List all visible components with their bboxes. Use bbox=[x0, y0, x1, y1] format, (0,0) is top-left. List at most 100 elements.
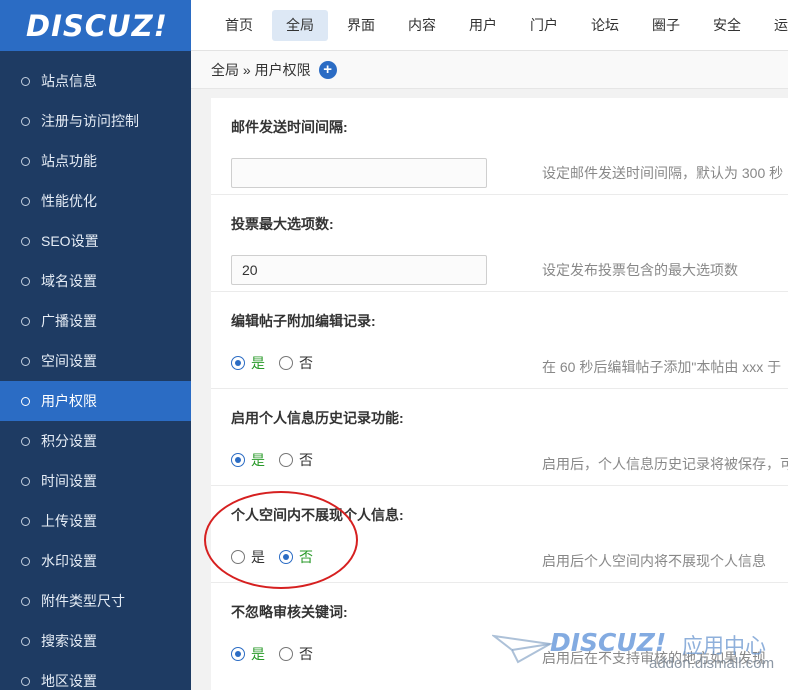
setting-control: 是 否 bbox=[231, 643, 327, 665]
sidebar-item-site-info[interactable]: 站点信息 bbox=[0, 61, 191, 101]
radio-yes[interactable]: 是 bbox=[231, 547, 265, 567]
sidebar-item-label: SEO设置 bbox=[41, 233, 99, 249]
sidebar-item-region[interactable]: 地区设置 bbox=[0, 661, 191, 690]
tab-security[interactable]: 安全 bbox=[699, 10, 755, 41]
sidebar-item-time[interactable]: 时间设置 bbox=[0, 461, 191, 501]
radio-yes[interactable]: 是 bbox=[231, 644, 265, 664]
sidebar-item-label: 积分设置 bbox=[41, 433, 97, 449]
breadcrumb: 全局 » 用户权限 + bbox=[191, 51, 788, 89]
tab-global[interactable]: 全局 bbox=[272, 9, 328, 41]
radio-circle[interactable] bbox=[231, 647, 245, 661]
radio-label: 否 bbox=[299, 355, 313, 371]
radio-circle[interactable] bbox=[279, 647, 293, 661]
sidebar: DISCUZ! 站点信息 注册与访问控制 站点功能 性能优化 SEO设置 域名设… bbox=[0, 0, 191, 690]
radio-label: 是 bbox=[251, 646, 265, 662]
sidebar-item-upload[interactable]: 上传设置 bbox=[0, 501, 191, 541]
sidebar-item-seo[interactable]: SEO设置 bbox=[0, 221, 191, 261]
tab-home[interactable]: 首页 bbox=[211, 10, 267, 41]
sidebar-item-search[interactable]: 搜索设置 bbox=[0, 621, 191, 661]
setting-title: 启用个人信息历史记录功能: bbox=[231, 410, 404, 426]
sidebar-item-domain[interactable]: 域名设置 bbox=[0, 261, 191, 301]
radio-no[interactable]: 否 bbox=[279, 547, 313, 567]
poll-max-input[interactable] bbox=[231, 255, 487, 285]
sidebar-menu: 站点信息 注册与访问控制 站点功能 性能优化 SEO设置 域名设置 广播设置 空… bbox=[0, 61, 191, 690]
radio-label: 是 bbox=[251, 549, 265, 565]
bullet-icon bbox=[21, 236, 30, 246]
sidebar-item-user-permissions[interactable]: 用户权限 bbox=[0, 381, 191, 421]
tab-groups[interactable]: 圈子 bbox=[638, 10, 694, 41]
setting-control bbox=[231, 158, 487, 188]
sidebar-item-label: 上传设置 bbox=[41, 513, 97, 529]
radio-label: 是 bbox=[251, 452, 265, 468]
setting-control: 是 否 bbox=[231, 546, 327, 568]
plus-circle-icon[interactable]: + bbox=[318, 60, 337, 79]
radio-no[interactable]: 否 bbox=[279, 644, 313, 664]
setting-control: 是 否 bbox=[231, 449, 327, 471]
sidebar-item-label: 站点功能 bbox=[41, 153, 97, 169]
radio-circle[interactable] bbox=[279, 356, 293, 370]
radio-no[interactable]: 否 bbox=[279, 450, 313, 470]
setting-title: 个人空间内不展现个人信息: bbox=[231, 507, 404, 523]
tab-users[interactable]: 用户 bbox=[455, 10, 511, 41]
setting-edit-record: 编辑帖子附加编辑记录: 是 否 在 60 秒后编辑帖子添加"本帖由 xxx 于 bbox=[211, 292, 788, 389]
setting-hint: 设定邮件发送时间间隔，默认为 300 秒 bbox=[542, 165, 784, 181]
sidebar-item-label: 用户权限 bbox=[41, 393, 97, 409]
sidebar-item-label: 水印设置 bbox=[41, 553, 97, 569]
sidebar-item-label: 广播设置 bbox=[41, 313, 97, 329]
setting-title: 邮件发送时间间隔: bbox=[231, 119, 348, 135]
radio-group: 是 否 bbox=[231, 643, 327, 665]
radio-yes[interactable]: 是 bbox=[231, 353, 265, 373]
sidebar-item-label: 站点信息 bbox=[41, 73, 97, 89]
sidebar-item-attachment-types[interactable]: 附件类型尺寸 bbox=[0, 581, 191, 621]
radio-yes[interactable]: 是 bbox=[231, 450, 265, 470]
sidebar-item-site-features[interactable]: 站点功能 bbox=[0, 141, 191, 181]
setting-censor-keywords: 不忽略审核关键词: 是 否 启用后在不支持审核的地方如果发现 bbox=[211, 583, 788, 690]
bullet-icon bbox=[21, 516, 30, 526]
top-nav: 首页 全局 界面 内容 用户 门户 论坛 圈子 安全 运营 bbox=[191, 0, 788, 51]
sidebar-item-label: 性能优化 bbox=[41, 193, 97, 209]
setting-title: 投票最大选项数: bbox=[231, 216, 334, 232]
radio-circle[interactable] bbox=[279, 453, 293, 467]
sidebar-item-watermark[interactable]: 水印设置 bbox=[0, 541, 191, 581]
setting-title: 不忽略审核关键词: bbox=[231, 604, 348, 620]
sidebar-item-label: 域名设置 bbox=[41, 273, 97, 289]
sidebar-item-label: 时间设置 bbox=[41, 473, 97, 489]
setting-hint: 设定发布投票包含的最大选项数 bbox=[542, 262, 738, 278]
tab-forum[interactable]: 论坛 bbox=[577, 10, 633, 41]
sidebar-item-credits[interactable]: 积分设置 bbox=[0, 421, 191, 461]
sidebar-item-label: 地区设置 bbox=[41, 673, 97, 689]
bullet-icon bbox=[21, 556, 30, 566]
sidebar-item-label: 附件类型尺寸 bbox=[41, 593, 125, 609]
setting-control bbox=[231, 255, 487, 285]
bullet-icon bbox=[21, 476, 30, 486]
radio-no[interactable]: 否 bbox=[279, 353, 313, 373]
radio-label: 是 bbox=[251, 355, 265, 371]
sidebar-item-space[interactable]: 空间设置 bbox=[0, 341, 191, 381]
bullet-icon bbox=[21, 396, 30, 406]
tab-operations[interactable]: 运营 bbox=[760, 10, 788, 41]
tab-content[interactable]: 内容 bbox=[394, 10, 450, 41]
bullet-icon bbox=[21, 316, 30, 326]
breadcrumb-text: 全局 » 用户权限 bbox=[211, 61, 311, 78]
tab-portal[interactable]: 门户 bbox=[516, 10, 572, 41]
bullet-icon bbox=[21, 276, 30, 286]
setting-hint: 在 60 秒后编辑帖子添加"本帖由 xxx 于 bbox=[542, 359, 782, 375]
radio-circle[interactable] bbox=[279, 550, 293, 564]
radio-circle[interactable] bbox=[231, 550, 245, 564]
sidebar-item-register-access[interactable]: 注册与访问控制 bbox=[0, 101, 191, 141]
radio-circle[interactable] bbox=[231, 356, 245, 370]
mail-interval-input[interactable] bbox=[231, 158, 487, 188]
setting-title: 编辑帖子附加编辑记录: bbox=[231, 313, 376, 329]
discuz-logo[interactable]: DISCUZ! bbox=[0, 0, 191, 51]
sidebar-item-broadcast[interactable]: 广播设置 bbox=[0, 301, 191, 341]
tab-interface[interactable]: 界面 bbox=[333, 10, 389, 41]
bullet-icon bbox=[21, 436, 30, 446]
setting-hint: 启用后在不支持审核的地方如果发现 bbox=[542, 650, 766, 666]
setting-mail-interval: 邮件发送时间间隔: 设定邮件发送时间间隔，默认为 300 秒 bbox=[211, 98, 788, 195]
setting-profile-history: 启用个人信息历史记录功能: 是 否 启用后，个人信息历史记录将被保存，可 bbox=[211, 389, 788, 486]
bullet-icon bbox=[21, 676, 30, 686]
setting-poll-max: 投票最大选项数: 设定发布投票包含的最大选项数 bbox=[211, 195, 788, 292]
sidebar-item-performance[interactable]: 性能优化 bbox=[0, 181, 191, 221]
radio-label: 否 bbox=[299, 646, 313, 662]
radio-circle[interactable] bbox=[231, 453, 245, 467]
